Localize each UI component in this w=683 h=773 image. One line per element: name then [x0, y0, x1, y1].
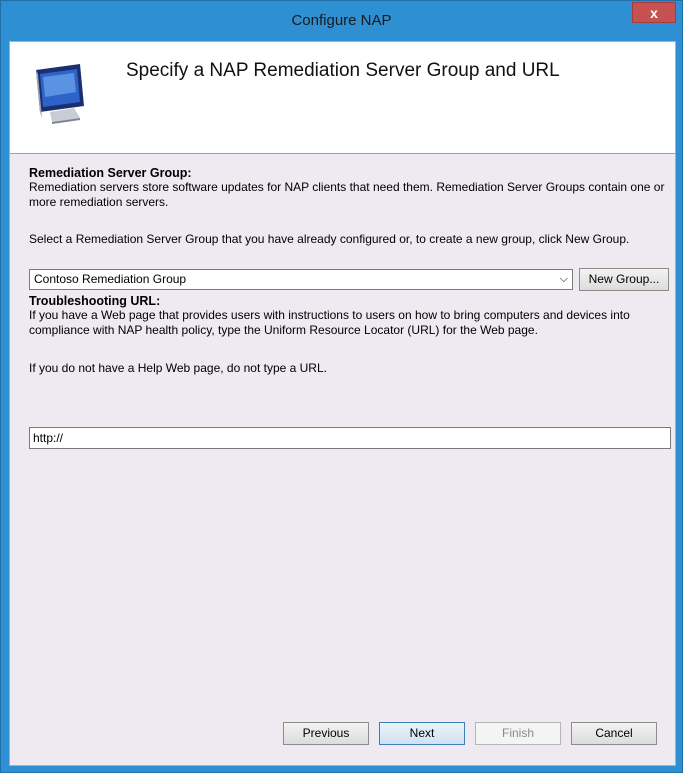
title-bar: Configure NAP x: [1, 1, 682, 41]
wizard-header: Specify a NAP Remediation Server Group a…: [10, 42, 675, 154]
previous-button[interactable]: Previous: [283, 722, 369, 745]
troubleshooting-url-input[interactable]: [29, 427, 671, 449]
help-page-note: If you do not have a Help Web page, do n…: [29, 361, 327, 375]
remediation-group-heading: Remediation Server Group:: [29, 166, 192, 180]
troubleshooting-url-heading: Troubleshooting URL:: [29, 294, 161, 308]
cancel-button[interactable]: Cancel: [571, 722, 657, 745]
next-button[interactable]: Next: [379, 722, 465, 745]
remediation-group-selected-value: Contoso Remediation Group: [34, 272, 187, 286]
page-title: Specify a NAP Remediation Server Group a…: [126, 60, 560, 81]
troubleshooting-url-description: If you have a Web page that provides use…: [29, 308, 630, 337]
wizard-client-area: Specify a NAP Remediation Server Group a…: [9, 41, 676, 766]
close-button[interactable]: x: [632, 2, 676, 23]
finish-button[interactable]: Finish: [475, 722, 561, 745]
remediation-group-instruction: Select a Remediation Server Group that y…: [29, 232, 630, 246]
computer-monitor-icon: [36, 64, 84, 124]
window-title: Configure NAP: [291, 12, 392, 29]
remediation-group-dropdown[interactable]: Contoso Remediation Group ⌵: [29, 269, 573, 290]
chevron-down-icon[interactable]: ⌵: [560, 270, 568, 289]
remediation-group-description: Remediation servers store software updat…: [29, 180, 665, 209]
new-group-button[interactable]: New Group...: [579, 268, 669, 291]
configure-nap-window: Configure NAP x Specify a NAP Remediatio…: [0, 0, 683, 773]
